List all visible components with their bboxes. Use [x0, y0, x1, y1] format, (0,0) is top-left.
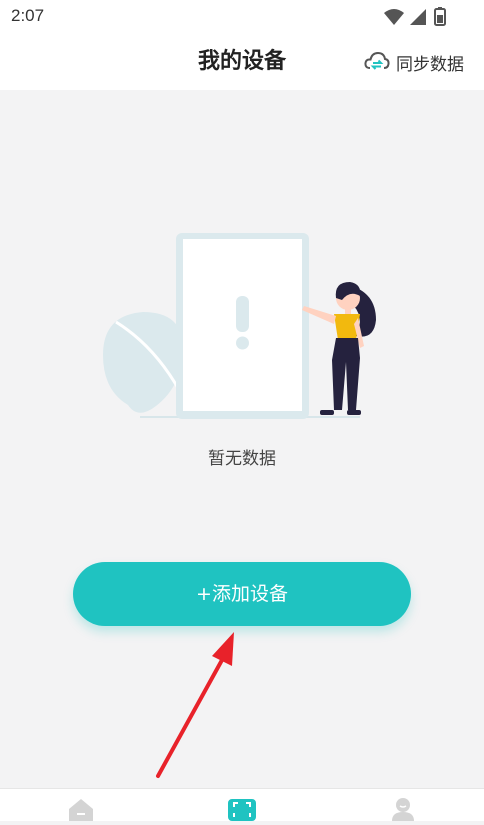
profile-icon — [392, 798, 414, 821]
exclamation-dot — [236, 336, 249, 350]
status-time: 2:07 — [11, 6, 45, 25]
nav-item-devices[interactable] — [228, 797, 256, 821]
nav-item-home[interactable] — [67, 797, 95, 821]
sync-data-label: 同步数据 — [396, 54, 464, 75]
scan-device-icon — [228, 799, 256, 821]
annotation-arrow-icon — [156, 632, 234, 778]
status-icons — [384, 7, 446, 26]
empty-state-text: 暂无数据 — [208, 449, 276, 469]
exclamation-bar — [236, 296, 249, 332]
empty-state-illustration — [103, 233, 376, 419]
bottom-nav — [0, 788, 484, 821]
battery-icon — [434, 7, 446, 26]
woman-figure — [302, 282, 376, 415]
header: 我的设备 同步数据 — [0, 34, 484, 90]
leaf-shape — [103, 312, 183, 413]
cellular-signal-icon — [410, 9, 426, 25]
wifi-icon — [384, 9, 404, 25]
sync-data-button[interactable]: 同步数据 — [364, 46, 464, 78]
nav-item-profile[interactable] — [389, 797, 417, 821]
status-bar: 2:07 — [0, 0, 484, 34]
cloud-sync-icon — [364, 51, 390, 70]
home-icon — [69, 799, 93, 821]
add-device-button[interactable]: +添加设备 — [73, 562, 411, 626]
